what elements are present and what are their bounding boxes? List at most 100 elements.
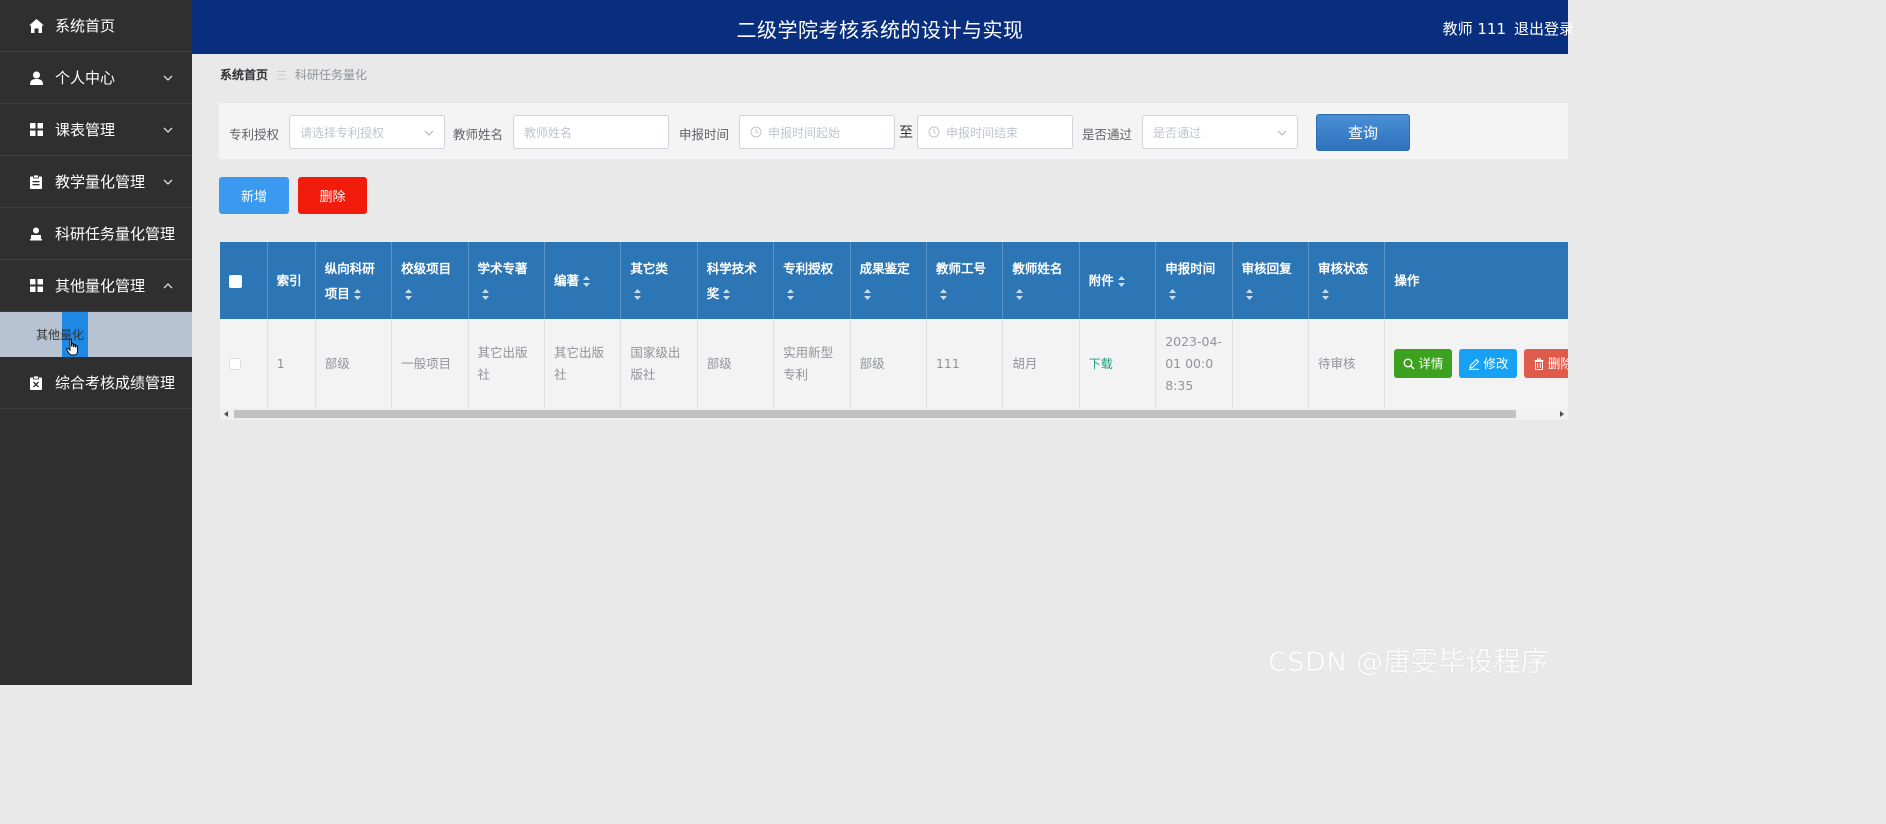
date-end-input[interactable]: 申报时间结束	[917, 115, 1073, 149]
cell-attachment: 下载	[1079, 319, 1157, 408]
col-label: 纵向科研项目	[324, 260, 375, 301]
col-compilation[interactable]: 编著	[544, 242, 622, 319]
cell-ops: 详情 修改 删除	[1384, 319, 1568, 408]
scroll-right-arrow-icon[interactable]	[1560, 411, 1564, 417]
detail-label: 详情	[1418, 355, 1444, 371]
chevron-down-icon	[1277, 130, 1287, 136]
sidebar-item-label: 综合考核成绩管理	[55, 374, 176, 392]
teacher-name-label: 教师姓名	[453, 127, 504, 142]
breadcrumb-separator: 三	[276, 68, 288, 82]
col-label: 教师姓名	[1012, 260, 1063, 276]
col-label: 科学技术奖	[706, 260, 757, 301]
sidebar-item-label: 其他量化管理	[55, 277, 146, 295]
detail-button[interactable]: 详情	[1394, 349, 1453, 378]
col-label: 其它类	[630, 260, 668, 276]
scroll-left-arrow-icon[interactable]	[224, 411, 228, 417]
apply-time-label: 申报时间	[679, 127, 730, 142]
sidebar-item-overall-score[interactable]: 综合考核成绩管理	[0, 357, 192, 409]
cell-appraisal: 部级	[850, 319, 927, 408]
delete-button[interactable]: 删除	[1524, 349, 1568, 378]
edit-label: 修改	[1483, 355, 1509, 371]
chevron-down-icon	[163, 75, 173, 81]
col-label: 专利授权	[783, 260, 834, 276]
query-button[interactable]: 查询	[1316, 114, 1410, 151]
patent-select[interactable]: 请选择专利授权	[289, 115, 445, 149]
sort-icon	[1016, 288, 1024, 300]
grid-icon	[28, 122, 44, 138]
col-attachment[interactable]: 附件	[1079, 242, 1157, 319]
select-all-checkbox[interactable]	[229, 275, 242, 288]
col-appraisal[interactable]: 成果鉴定	[850, 242, 927, 319]
horizontal-scrollbar[interactable]	[220, 408, 1568, 420]
col-review-reply[interactable]: 审核回复	[1232, 242, 1310, 319]
chevron-down-icon	[424, 130, 434, 136]
cell-apply-time: 2023-04-01 00:08:35	[1155, 319, 1233, 408]
cell-patent: 实用新型专利	[773, 319, 851, 408]
patent-label: 专利授权	[229, 127, 280, 142]
data-table: 索引 纵向科研项目 校级项目 学术专著 编著 其它类 科学技术奖 专利授权 成果…	[220, 242, 1568, 408]
sort-icon	[634, 288, 642, 300]
pass-select[interactable]: 是否通过	[1142, 115, 1298, 149]
sort-icon	[939, 288, 947, 300]
sidebar-item-teaching-quant[interactable]: 教学量化管理	[0, 156, 192, 208]
cell-school-project: 一般项目	[391, 319, 469, 408]
col-label: 教师工号	[935, 260, 986, 276]
col-sci-award[interactable]: 科学技术奖	[697, 242, 775, 319]
col-ops: 操作	[1384, 242, 1568, 319]
pass-select-placeholder: 是否通过	[1153, 125, 1202, 140]
col-label: 学术专著	[477, 260, 528, 276]
breadcrumb-home[interactable]: 系统首页	[220, 66, 268, 83]
chevron-down-icon	[163, 179, 173, 185]
col-apply-time[interactable]: 申报时间	[1155, 242, 1233, 319]
sidebar-item-other-quant[interactable]: 其他量化管理	[0, 260, 192, 312]
cell-teacher-name: 胡月	[1002, 319, 1080, 408]
col-label: 申报时间	[1165, 260, 1216, 276]
col-review-status[interactable]: 审核状态	[1308, 242, 1386, 319]
cell-index: 1	[267, 319, 316, 408]
edit-icon	[1469, 358, 1480, 370]
add-button[interactable]: 新增	[219, 177, 289, 214]
sort-icon	[1322, 288, 1330, 300]
cell-teacher-id: 111	[926, 319, 1004, 408]
sidebar-item-research-quant[interactable]: 科研任务量化管理	[0, 208, 192, 260]
search-bar: 专利授权 请选择专利授权 教师姓名 教师姓名 申报时间 申报时间起始 至 申报时…	[219, 103, 1568, 159]
row-checkbox[interactable]	[229, 358, 241, 370]
cell-sci-award: 部级	[697, 319, 775, 408]
sort-icon	[723, 288, 731, 300]
home-icon	[28, 18, 44, 34]
sidebar-item-timetable[interactable]: 课表管理	[0, 104, 192, 156]
top-header: 二级学院考核系统的设计与实现 教师 111 退出登录	[192, 0, 1574, 54]
sidebar-item-label: 系统首页	[55, 17, 116, 35]
col-school-project[interactable]: 校级项目	[391, 242, 469, 319]
col-other[interactable]: 其它类	[620, 242, 698, 319]
user-icon	[28, 70, 44, 86]
sidebar-item-personal-center[interactable]: 个人中心	[0, 52, 192, 104]
col-monograph[interactable]: 学术专著	[468, 242, 545, 319]
select-all-cell	[220, 242, 268, 319]
sidebar-item-label: 教学量化管理	[55, 173, 146, 191]
cell-compilation: 其它出版社	[544, 319, 622, 408]
col-vertical-project[interactable]: 纵向科研项目	[315, 242, 393, 319]
col-label: 审核状态	[1318, 260, 1369, 276]
sidebar-item-label: 课表管理	[55, 121, 116, 139]
delete-label: 删除	[1547, 355, 1568, 371]
date-start-input[interactable]: 申报时间起始	[739, 115, 895, 149]
col-patent[interactable]: 专利授权	[773, 242, 851, 319]
col-label: 审核回复	[1241, 260, 1292, 276]
sort-icon	[1117, 276, 1125, 287]
breadcrumb-current: 科研任务量化	[295, 68, 368, 82]
sort-icon	[405, 288, 413, 300]
teacher-name-input[interactable]: 教师姓名	[513, 115, 669, 149]
scrollbar-thumb[interactable]	[234, 410, 1516, 418]
submenu-item-other-quant[interactable]: 其他量化	[0, 312, 192, 357]
download-link[interactable]: 下载	[1089, 357, 1113, 371]
batch-delete-button[interactable]: 删除	[298, 177, 367, 214]
col-teacher-id[interactable]: 教师工号	[926, 242, 1004, 319]
logout-link[interactable]: 退出登录	[1514, 18, 1574, 39]
edit-button[interactable]: 修改	[1459, 349, 1518, 378]
sidebar-item-label: 个人中心	[55, 69, 116, 87]
person-icon	[28, 226, 44, 242]
sidebar-item-home[interactable]: 系统首页	[0, 0, 192, 52]
date-end-placeholder: 申报时间结束	[946, 125, 1019, 140]
col-teacher-name[interactable]: 教师姓名	[1002, 242, 1080, 319]
